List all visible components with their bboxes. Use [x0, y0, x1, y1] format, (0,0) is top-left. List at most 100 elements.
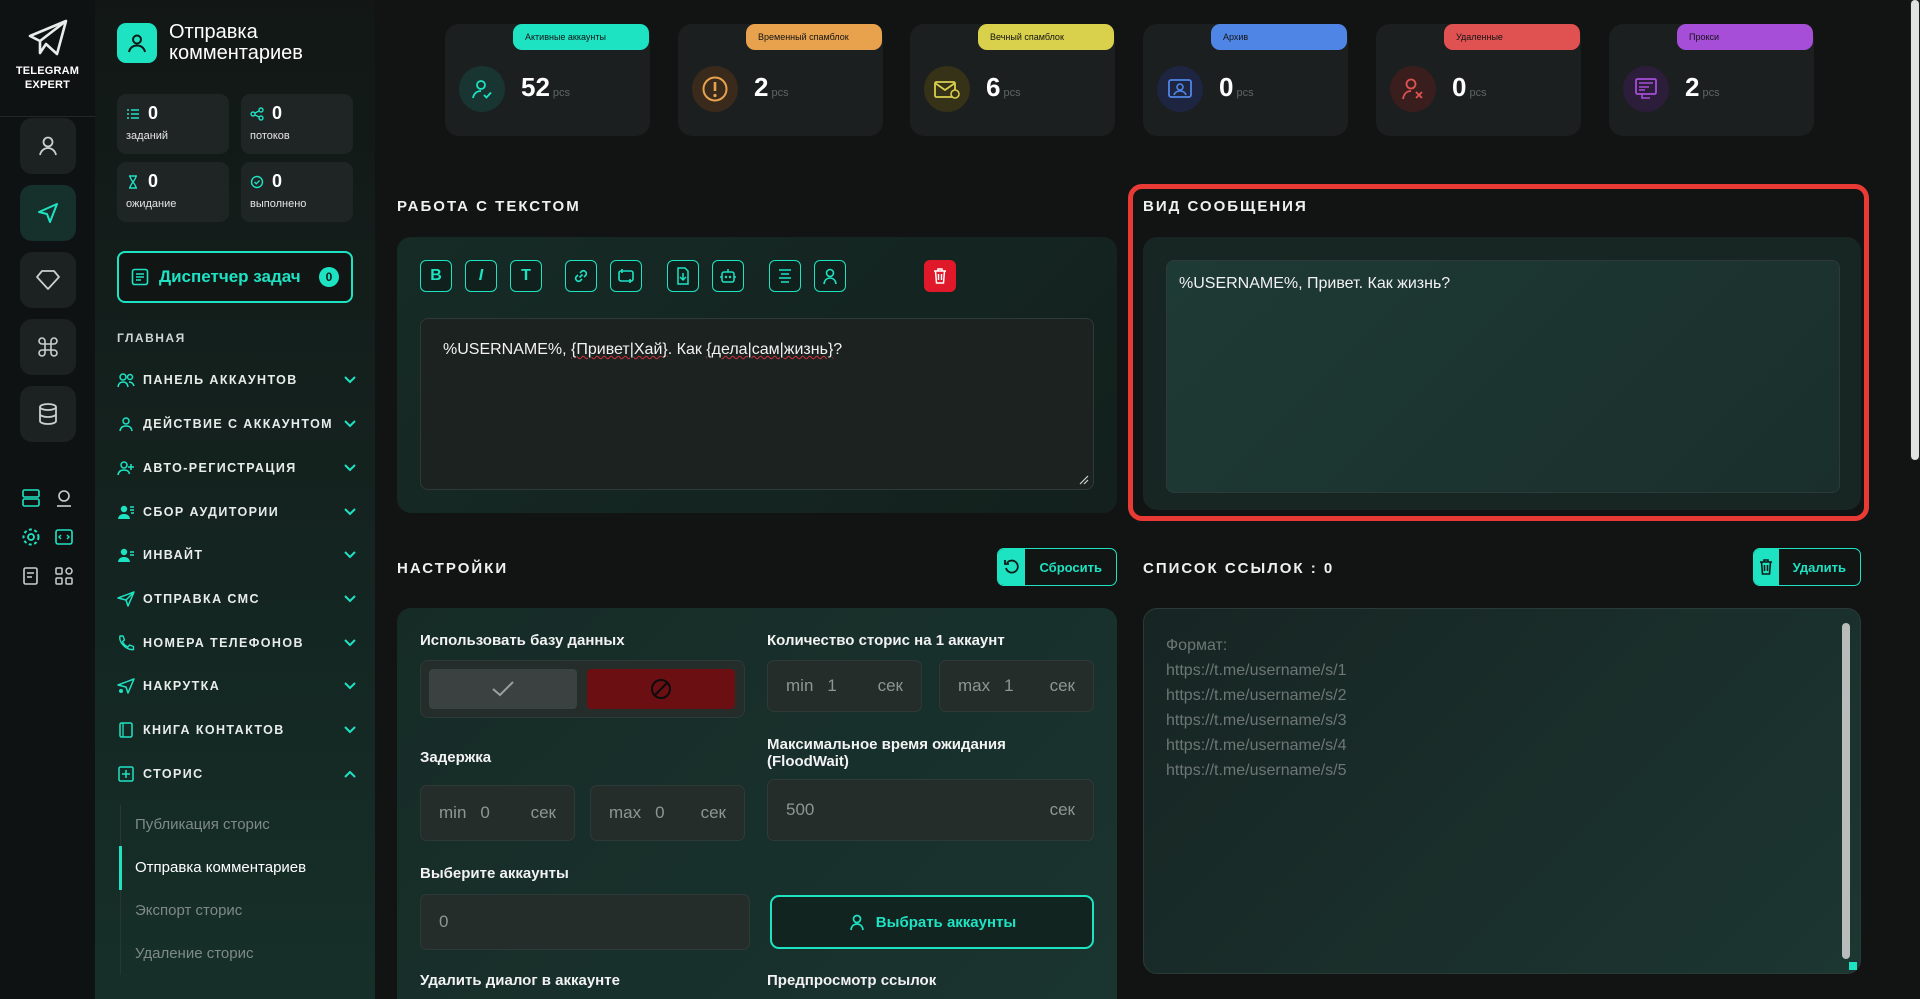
task-dispatcher-button[interactable]: Диспетчер задач 0	[117, 251, 353, 303]
italic-button[interactable]: I	[465, 260, 497, 292]
rail-profile-button[interactable]	[20, 118, 76, 174]
ai-generate-button[interactable]	[712, 260, 744, 292]
card-value: 52 pcs	[521, 72, 570, 103]
send-icon	[38, 203, 58, 223]
nav-stories[interactable]: СТОРИС	[117, 760, 357, 788]
task-dispatcher-label: Диспетчер задач	[159, 267, 301, 286]
page-scrollbar-track[interactable]	[1910, 0, 1920, 460]
floodwait-label: Максимальное время ожидания (FloodWait)	[767, 736, 1006, 770]
card-archive[interactable]: Архив 0 pcs	[1143, 24, 1348, 136]
sub-export-stories[interactable]: Экспорт сторис	[135, 902, 242, 919]
sub-publish-stories[interactable]: Публикация сторис	[135, 816, 270, 833]
sidebar-header: Отправка комментариев	[117, 22, 349, 64]
stat-waiting-label: ожидание	[126, 198, 177, 210]
dispatcher-icon	[131, 268, 149, 286]
input-value: 1	[827, 676, 837, 695]
delay-max-input[interactable]: max 0 сек	[590, 785, 745, 841]
nav-audience-collection[interactable]: СБОР АУДИТОРИИ	[117, 498, 357, 526]
text-align-icon	[779, 269, 791, 283]
message-text-input[interactable]: %USERNAME%, {Привет|Хай}. Как {дела|сам|…	[420, 318, 1094, 490]
accounts-count-input[interactable]: 0	[420, 894, 750, 950]
nav-section-title: ГЛАВНАЯ	[117, 331, 186, 345]
rail-location-button[interactable]	[53, 487, 75, 509]
reset-button[interactable]: Сбросить	[997, 548, 1117, 586]
insert-username-button[interactable]	[814, 260, 846, 292]
nav-accounts-panel[interactable]: ПАНЕЛЬ АККАУНТОВ	[117, 366, 357, 394]
links-placeholder-line: https://t.me/username/s/1	[1166, 662, 1347, 679]
links-placeholder-line: https://t.me/username/s/5	[1166, 762, 1347, 779]
rail-diamond-button[interactable]	[20, 252, 76, 308]
links-resize-corner[interactable]	[1849, 962, 1857, 970]
rail-database-button[interactable]	[20, 386, 76, 442]
nav-phone-numbers[interactable]: НОМЕРА ТЕЛЕФОНОВ	[117, 629, 357, 657]
bold-button[interactable]: B	[420, 260, 452, 292]
card-temp-spamblock[interactable]: Временный спамблок 2 pcs	[678, 24, 883, 136]
file-download-icon	[677, 267, 689, 285]
card-perm-spamblock[interactable]: Вечный спамблок 6 pcs	[910, 24, 1115, 136]
select-accounts-button[interactable]: Выбрать аккаунты	[770, 895, 1094, 949]
card-value: 2 pcs	[1685, 72, 1720, 103]
sub-delete-stories[interactable]: Удаление сторис	[135, 945, 253, 962]
rail-divider	[0, 116, 95, 117]
rail-settings-button[interactable]	[20, 526, 42, 548]
card-label: Временный спамблок	[746, 24, 882, 50]
rail-notes-button[interactable]	[20, 565, 42, 587]
sub-send-comments[interactable]: Отправка комментариев	[135, 859, 306, 876]
nav-label: ОТПРАВКА СМС	[143, 592, 260, 606]
nav-contact-book[interactable]: КНИГА КОНТАКТОВ	[117, 716, 357, 744]
card-proxy[interactable]: Прокси 2 pcs	[1609, 24, 1814, 136]
hourglass-icon	[129, 174, 137, 189]
active-user-icon	[459, 66, 505, 112]
chevron-up-icon	[344, 770, 356, 778]
page-title: Отправка комментариев	[169, 21, 303, 64]
spoiler-button[interactable]	[610, 260, 642, 292]
card-number: 2	[1685, 72, 1700, 102]
stat-done-value: 0	[272, 171, 283, 191]
stat-tasks-label: заданий	[126, 130, 169, 142]
rail-apps-button[interactable]	[53, 565, 75, 587]
delete-links-label: Удалить	[1792, 559, 1846, 575]
import-file-button[interactable]	[667, 260, 699, 292]
plain-text-button[interactable]: T	[510, 260, 542, 292]
align-text-button[interactable]	[769, 260, 801, 292]
text-spin-question: {дела|сам|жизнь}	[706, 341, 834, 358]
stat-threads-value: 0	[272, 103, 283, 123]
card-number: 52	[521, 72, 550, 102]
page-scrollbar-thumb[interactable]	[1911, 0, 1919, 460]
task-dispatcher-badge: 0	[319, 267, 339, 287]
use-db-yes-button[interactable]	[429, 669, 577, 709]
app-logo: TELEGRAM EXPERT	[0, 18, 95, 92]
links-textarea[interactable]: Формат: https://t.me/username/s/1 https:…	[1143, 608, 1861, 974]
stories-min-input[interactable]: min 1 сек	[767, 660, 922, 712]
message-preview-panel: %USERNAME%, Привет. Как жизнь?	[1143, 237, 1861, 510]
use-db-no-button[interactable]	[587, 669, 735, 709]
nav-auto-registration[interactable]: АВТО-РЕГИСТРАЦИЯ	[117, 454, 357, 482]
rail-server-button[interactable]	[20, 487, 42, 509]
floodwait-input[interactable]: 500 сек	[767, 779, 1094, 841]
nav-boost[interactable]: НАКРУТКА	[117, 672, 357, 700]
card-deleted[interactable]: Удаленные 0 pcs	[1376, 24, 1581, 136]
database-icon	[39, 403, 57, 425]
links-scrollbar[interactable]	[1842, 623, 1850, 959]
rail-command-button[interactable]	[20, 319, 76, 375]
rail-send-button[interactable]	[20, 185, 76, 241]
clear-text-button[interactable]	[924, 260, 956, 292]
delete-links-button[interactable]: Удалить	[1753, 548, 1861, 586]
use-db-label: Использовать базу данных	[420, 632, 625, 649]
delay-min-input[interactable]: min 0 сек	[420, 785, 575, 841]
nav-account-action[interactable]: ДЕЙСТВИЕ С АККАУНТОМ	[117, 410, 357, 438]
card-active-accounts[interactable]: Активные аккаунты 52 pcs	[445, 24, 650, 136]
nav-invite[interactable]: ИНВАЙТ	[117, 541, 357, 569]
user-icon	[39, 136, 57, 156]
archive-icon	[1157, 66, 1203, 112]
link-button[interactable]	[565, 260, 597, 292]
chevron-down-icon	[344, 682, 356, 690]
resize-handle-icon[interactable]	[1079, 475, 1089, 485]
nav-send-sms[interactable]: ОТПРАВКА СМС	[117, 585, 357, 613]
stat-threads-label: потоков	[250, 130, 290, 142]
rail-code-button[interactable]	[53, 526, 75, 548]
card-number: 0	[1219, 72, 1234, 102]
stories-max-input[interactable]: max 1 сек	[939, 660, 1094, 712]
invite-icon	[118, 548, 134, 562]
block-icon	[651, 679, 671, 699]
